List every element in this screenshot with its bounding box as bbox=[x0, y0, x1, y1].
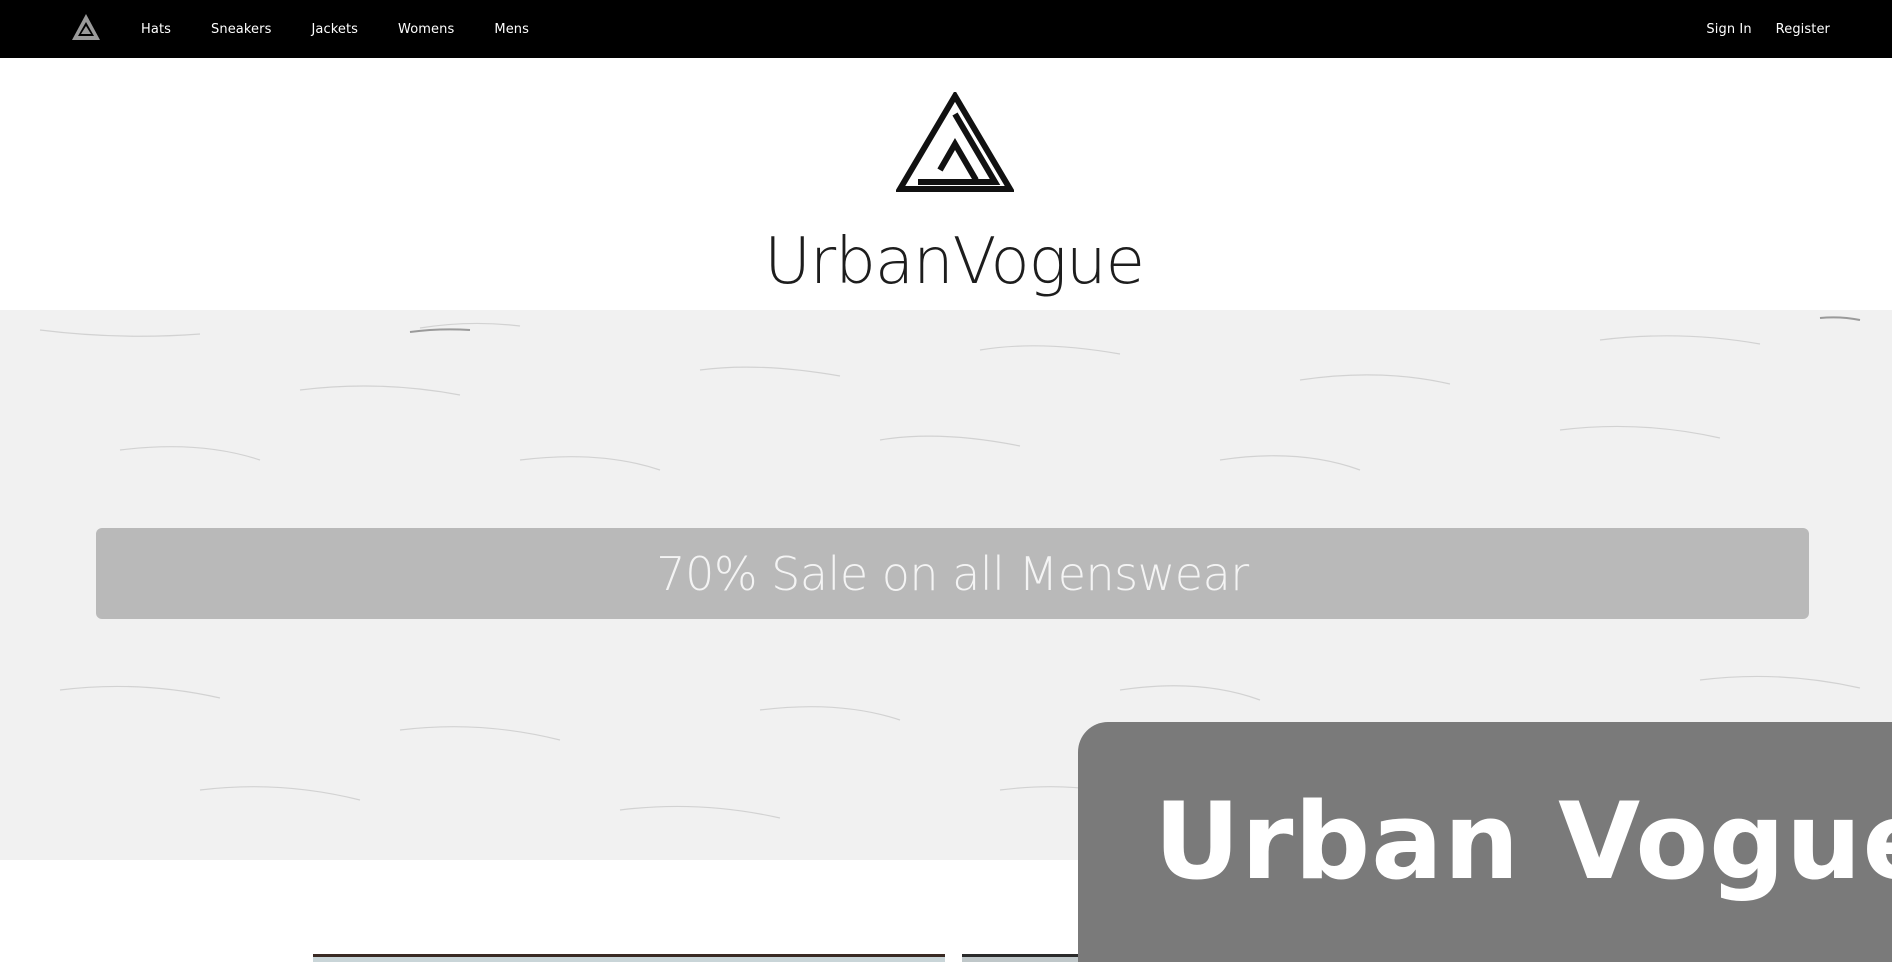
brand-name: UrbanVogue bbox=[764, 225, 1145, 299]
product-card[interactable] bbox=[962, 954, 1082, 962]
nav-links: Hats Sneakers Jackets Womens Mens bbox=[141, 0, 569, 58]
product-card[interactable] bbox=[313, 954, 945, 962]
nav-link-mens[interactable]: Mens bbox=[494, 22, 529, 37]
nav-link-womens[interactable]: Womens bbox=[398, 22, 454, 37]
nav-link-jackets[interactable]: Jackets bbox=[311, 22, 358, 37]
overlay-title-tag: Urban Vogue bbox=[1078, 722, 1892, 962]
register-link[interactable]: Register bbox=[1776, 22, 1830, 37]
nav-link-hats[interactable]: Hats bbox=[141, 22, 171, 37]
sale-banner[interactable]: 70% Sale on all Menswear bbox=[96, 528, 1809, 619]
brand-logo-icon bbox=[894, 90, 1016, 194]
top-navbar: Hats Sneakers Jackets Womens Mens Sign I… bbox=[0, 0, 1892, 58]
nav-logo-icon[interactable] bbox=[70, 12, 102, 42]
nav-account-links: Sign In Register bbox=[1682, 0, 1830, 58]
overlay-title: Urban Vogue bbox=[1154, 780, 1892, 903]
sale-text: 70% Sale on all Menswear bbox=[656, 546, 1249, 601]
nav-link-sneakers[interactable]: Sneakers bbox=[211, 22, 271, 37]
sign-in-link[interactable]: Sign In bbox=[1706, 22, 1751, 37]
